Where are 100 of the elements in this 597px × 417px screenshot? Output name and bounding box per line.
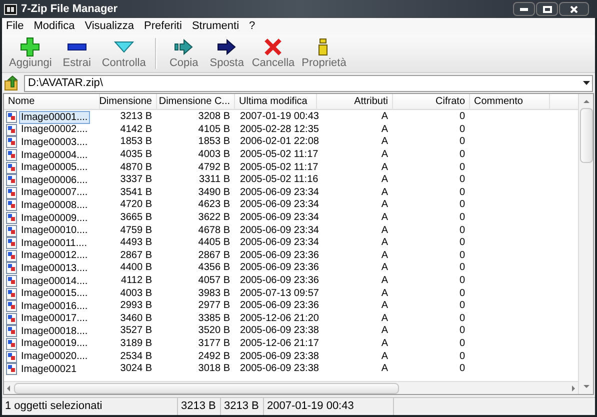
table-cell: 3018 B <box>198 363 230 374</box>
window-title: 7-Zip File Manager <box>21 2 118 17</box>
menu-item[interactable]: Preferiti <box>144 18 182 35</box>
plus-icon <box>20 37 40 57</box>
file-name[interactable]: Image00007.... <box>19 186 90 200</box>
close-button[interactable] <box>559 2 589 16</box>
table-cell: 2005-12-06 21:20 <box>240 312 319 324</box>
toolbar-button[interactable]: Sposta <box>206 35 248 72</box>
table-cell: 2867 B <box>120 250 152 261</box>
table-cell: A <box>381 300 388 312</box>
table-cell: 0 <box>459 124 465 135</box>
file-name[interactable]: Image00017.... <box>19 312 90 326</box>
dropdown-icon[interactable] <box>583 81 590 85</box>
table-cell: 0 <box>459 186 465 198</box>
table-cell: 0 <box>459 338 465 349</box>
table-cell: 3520 B <box>198 325 230 336</box>
table-cell: A <box>381 149 388 160</box>
file-name[interactable]: Image00021 <box>19 362 79 376</box>
file-name[interactable]: Image00006.... <box>19 174 90 187</box>
minimize-button[interactable] <box>513 2 535 16</box>
table-cell: 4356 B <box>198 262 230 274</box>
column-header[interactable]: Commento <box>470 94 550 109</box>
file-name[interactable]: Image00003.... <box>19 136 90 149</box>
column-header[interactable]: Ultima modifica <box>235 94 317 109</box>
vertical-scrollbar[interactable] <box>578 94 593 394</box>
file-name[interactable]: Image00009.... <box>19 212 90 225</box>
table-cell: 1853 B <box>198 136 230 148</box>
file-name[interactable]: Image00005.... <box>19 161 90 174</box>
arrow-right-icon <box>174 37 194 57</box>
menu-item[interactable]: Strumenti <box>192 18 240 35</box>
column-header[interactable]: Nome <box>4 94 100 109</box>
toolbar-button[interactable]: Aggiungi <box>6 35 55 72</box>
file-name[interactable]: Image00020.... <box>19 350 90 364</box>
file-name[interactable]: Image00010.... <box>19 224 90 238</box>
table-cell: 2534 B <box>120 350 152 362</box>
table-cell: A <box>381 162 388 173</box>
table-cell: A <box>381 363 388 374</box>
scrollbar-thumb[interactable] <box>580 108 592 163</box>
table-cell: A <box>381 288 388 299</box>
menu-item[interactable]: Modifica <box>34 18 75 35</box>
file-name[interactable]: Image00008.... <box>19 198 90 212</box>
file-name[interactable]: Image00013.... <box>19 262 90 275</box>
table-cell: 1853 B <box>120 136 152 148</box>
table-cell: 0 <box>459 174 465 186</box>
close-icon <box>263 37 284 57</box>
file-name[interactable]: Image00004.... <box>19 148 90 162</box>
table-cell: 4105 B <box>198 124 230 135</box>
file-name[interactable]: Image00002.... <box>19 123 90 136</box>
table-cell: 0 <box>459 363 465 374</box>
table-cell: A <box>381 275 388 286</box>
toolbar-button[interactable]: Controlla <box>98 35 149 72</box>
file-name[interactable]: Image00014.... <box>19 274 90 288</box>
column-header[interactable]: Attributi <box>317 94 393 109</box>
table-cell: 3177 B <box>198 338 230 349</box>
column-header[interactable]: Cifrato <box>393 94 470 109</box>
file-name[interactable]: Image00016.... <box>19 300 90 313</box>
file-name[interactable]: Image00011.... <box>19 236 89 250</box>
file-name[interactable]: Image00012.... <box>19 249 90 262</box>
table-cell: 3189 B <box>120 338 152 349</box>
toolbar-button[interactable]: Proprietà <box>298 35 350 72</box>
table-cell: 4493 B <box>120 237 152 248</box>
menu-item[interactable]: Visualizza <box>84 18 134 35</box>
table-cell: 3622 B <box>198 212 230 224</box>
table-cell: 3541 B <box>120 186 152 198</box>
scrollbar-thumb[interactable] <box>14 382 399 394</box>
image-file-icon <box>6 212 17 224</box>
file-name[interactable]: Image00001.... <box>19 110 90 124</box>
table-cell: 0 <box>459 149 465 160</box>
folder-up-icon[interactable] <box>4 75 20 91</box>
file-name[interactable]: Image00019.... <box>19 337 90 350</box>
image-file-icon <box>6 224 17 237</box>
table-cell: A <box>381 262 388 274</box>
table-cell: 2005-06-09 23:36 <box>240 300 319 312</box>
table-cell: 0 <box>459 325 465 336</box>
app-icon <box>4 4 17 14</box>
table-cell: 4112 B <box>121 275 152 286</box>
table-cell: 2993 B <box>120 300 152 312</box>
table-cell: 3385 B <box>198 312 230 324</box>
column-header[interactable]: Dimensione C... <box>157 94 235 109</box>
table-cell: 2007-01-19 00:43 <box>240 111 319 122</box>
table-cell: 2005-06-09 23:34 <box>240 199 319 210</box>
column-header[interactable]: Dimensione <box>100 94 157 109</box>
table-cell: 0 <box>459 136 465 148</box>
table-cell: 3213 B <box>120 111 152 122</box>
address-field[interactable]: D:\AVATAR.zip\ <box>24 74 593 92</box>
table-cell: 0 <box>459 237 465 248</box>
table-cell: 4003 B <box>198 149 230 160</box>
table-cell: 0 <box>459 250 465 261</box>
menu-item[interactable]: File <box>6 18 24 35</box>
maximize-button[interactable] <box>536 2 558 16</box>
toolbar-button[interactable]: Cancella <box>248 35 298 72</box>
file-name[interactable]: Image00015.... <box>19 287 90 300</box>
toolbar-button[interactable]: Estrai <box>56 35 98 72</box>
maximize-icon <box>542 6 552 12</box>
toolbar-button[interactable]: Copia <box>162 35 205 72</box>
menu-item[interactable]: ? <box>249 18 256 35</box>
table-cell: 2006-02-01 22:08 <box>240 136 319 148</box>
horizontal-scrollbar[interactable] <box>4 381 578 394</box>
file-name[interactable]: Image00018.... <box>19 324 90 338</box>
image-file-icon <box>6 199 17 212</box>
